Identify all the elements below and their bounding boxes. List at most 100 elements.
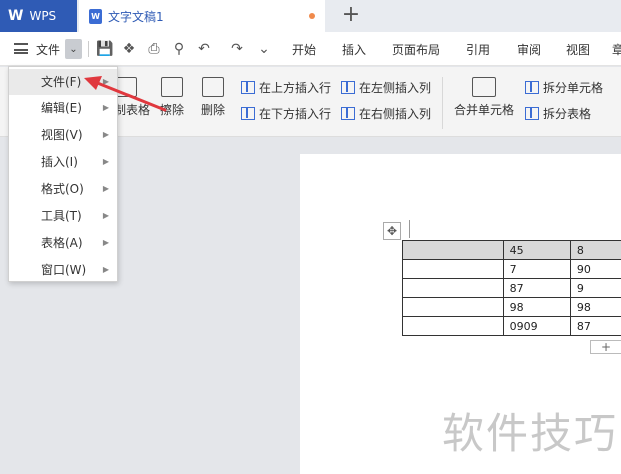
print-preview-icon[interactable]: ⚲ (171, 41, 187, 57)
table-cell[interactable] (402, 316, 504, 336)
insert-below-label: 在下方插入行 (259, 107, 332, 121)
menu-item-insert[interactable]: 插入(I) ▶ (9, 149, 117, 175)
format-painter-icon[interactable]: ❖ (121, 41, 137, 57)
table-cell[interactable]: 87 (569, 316, 621, 336)
merge-cells-icon (472, 77, 496, 97)
table-cell[interactable]: 98 (569, 297, 621, 317)
table-row[interactable]: 87 9 (402, 278, 621, 298)
add-row-button[interactable]: + (590, 340, 621, 354)
split-cells-button[interactable]: 拆分单元格 (525, 79, 603, 96)
erase-label: 擦除 (159, 103, 184, 117)
document-tab[interactable]: W 文字文稿1 (79, 0, 325, 32)
table-row[interactable]: 7 90 (402, 259, 621, 279)
insert-row-above-button[interactable]: 在上方插入行 (241, 79, 331, 96)
tab-review[interactable]: 审阅 (517, 41, 541, 58)
menu-item-label: 格式(O) (41, 182, 84, 196)
save-icon[interactable]: 💾 (96, 41, 113, 57)
table-move-icon[interactable]: ✥ (383, 222, 401, 240)
menu-item-label: 表格(A) (41, 236, 83, 250)
menu-item-file[interactable]: 文件(F) ▶ (9, 69, 117, 95)
submenu-arrow-icon: ▶ (102, 157, 109, 166)
unsaved-dot-icon (309, 13, 315, 19)
new-tab-button[interactable]: + (340, 3, 362, 29)
more-icon[interactable]: ⌄ (256, 41, 272, 57)
table-row[interactable]: 45 8 (402, 240, 621, 260)
table-cell[interactable]: 9 (569, 278, 621, 298)
menu-item-label: 编辑(E) (41, 101, 82, 115)
hamburger-icon[interactable] (14, 43, 28, 54)
tab-page-layout[interactable]: 页面布局 (392, 41, 440, 58)
delete-icon (202, 77, 224, 97)
submenu-arrow-icon: ▶ (102, 103, 109, 112)
table-cell[interactable] (402, 297, 504, 317)
file-menu-button[interactable]: 文件 (36, 41, 60, 58)
menu-item-label: 插入(I) (41, 155, 78, 169)
table-cell[interactable] (402, 259, 504, 279)
watermark-text: 软件技巧 (442, 409, 619, 458)
undo-icon[interactable]: ↶ (196, 41, 212, 57)
table-cell[interactable]: 87 (502, 278, 571, 298)
draw-table-icon (115, 77, 137, 97)
table-row[interactable]: 0909 87 (402, 316, 621, 336)
document-tab-title: 文字文稿1 (108, 9, 164, 24)
print-icon[interactable]: ⎙ (146, 41, 162, 57)
menu-item-format[interactable]: 格式(O) ▶ (9, 176, 117, 202)
tab-insert[interactable]: 插入 (342, 41, 366, 58)
merge-cells-label: 合并单元格 (453, 103, 514, 117)
table-row[interactable]: 98 98 (402, 297, 621, 317)
delete-button[interactable]: 删除 (195, 77, 231, 118)
insert-row-below-button[interactable]: 在下方插入行 (241, 105, 331, 122)
table-cell[interactable] (402, 240, 504, 260)
insert-column-left-icon (341, 81, 355, 94)
insert-column-left-button[interactable]: 在左侧插入列 (341, 79, 431, 96)
document-table[interactable]: 45 8 7 90 87 9 98 98 0909 87 (402, 240, 621, 336)
document-icon: W (89, 8, 102, 24)
table-cell[interactable]: 8 (569, 240, 621, 260)
insert-column-right-button[interactable]: 在右侧插入列 (341, 105, 431, 122)
erase-button[interactable]: 擦除 (156, 77, 188, 118)
divider (88, 41, 89, 57)
menu-item-label: 文件(F) (41, 75, 82, 89)
split-cells-icon (525, 81, 539, 94)
submenu-arrow-icon: ▶ (102, 77, 109, 86)
menu-item-table[interactable]: 表格(A) ▶ (9, 230, 117, 256)
menu-item-label: 窗口(W) (41, 263, 87, 277)
insert-row-below-icon (241, 107, 255, 120)
tab-references[interactable]: 引用 (466, 41, 490, 58)
table-cell[interactable]: 90 (569, 259, 621, 279)
divider (442, 77, 443, 129)
wps-logo-icon: W (8, 8, 24, 24)
table-cell[interactable]: 98 (502, 297, 571, 317)
insert-column-right-icon (341, 107, 355, 120)
menu-row: 文件 ⌄ 💾 ❖ ⎙ ⚲ ↶ ↷ ⌄ 开始 插入 页面布局 引用 审阅 视图 章 (0, 32, 621, 66)
tab-view[interactable]: 视图 (566, 41, 590, 58)
insert-left-label: 在左侧插入列 (359, 81, 432, 95)
table-cell[interactable]: 0909 (502, 316, 571, 336)
file-dropdown-menu: 文件(F) ▶ 编辑(E) ▶ 视图(V) ▶ 插入(I) ▶ 格式(O) ▶ … (8, 66, 118, 282)
split-table-label: 拆分表格 (543, 107, 592, 121)
table-cell[interactable]: 7 (502, 259, 571, 279)
tab-home[interactable]: 开始 (292, 41, 316, 58)
menu-item-window[interactable]: 窗口(W) ▶ (9, 257, 117, 283)
delete-label: 删除 (200, 103, 225, 117)
split-table-button[interactable]: 拆分表格 (525, 105, 591, 122)
tab-chapter[interactable]: 章 (612, 41, 621, 58)
submenu-arrow-icon: ▶ (102, 265, 109, 274)
menu-item-view[interactable]: 视图(V) ▶ (9, 122, 117, 148)
table-cell[interactable]: 45 (502, 240, 571, 260)
table-cell[interactable] (402, 278, 504, 298)
submenu-arrow-icon: ▶ (102, 238, 109, 247)
insert-right-label: 在右侧插入列 (359, 107, 432, 121)
menu-item-label: 工具(T) (41, 209, 82, 223)
chevron-down-icon[interactable]: ⌄ (65, 39, 82, 59)
title-bar: W WPS W 文字文稿1 + (0, 0, 621, 32)
wps-home-tab[interactable]: W WPS (0, 0, 77, 32)
submenu-arrow-icon: ▶ (102, 211, 109, 220)
merge-cells-button[interactable]: 合并单元格 (452, 77, 516, 118)
submenu-arrow-icon: ▶ (102, 184, 109, 193)
redo-icon[interactable]: ↷ (229, 41, 245, 57)
menu-item-tools[interactable]: 工具(T) ▶ (9, 203, 117, 229)
menu-item-edit[interactable]: 编辑(E) ▶ (9, 95, 117, 121)
split-table-icon (525, 107, 539, 120)
menu-item-label: 视图(V) (41, 128, 83, 142)
